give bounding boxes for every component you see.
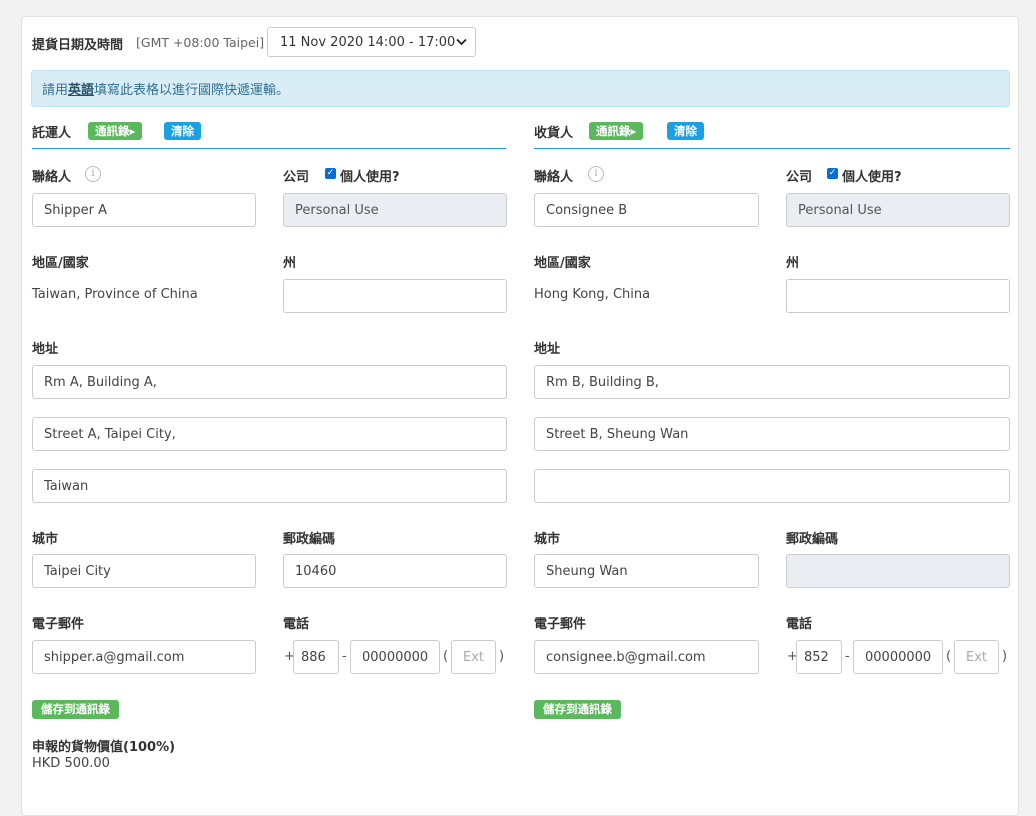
consignee-country-label: 地區/國家 bbox=[534, 256, 591, 271]
consignee-city-label: 城市 bbox=[534, 532, 561, 547]
consignee-address-book-button[interactable]: 通訊錄▸ bbox=[589, 122, 644, 140]
consignee-personal-use-label: 個人使用? bbox=[842, 170, 902, 185]
shipper-save-to-address-book-button[interactable]: 儲存到通訊錄 bbox=[32, 700, 119, 719]
consignee-company-label: 公司 bbox=[786, 170, 813, 185]
caret-right-icon: ▸ bbox=[630, 124, 637, 138]
notice-prefix: 請用 bbox=[42, 83, 69, 98]
pickup-time-select[interactable]: 11 Nov 2020 14:00 - 17:00 bbox=[267, 27, 476, 57]
consignee-clear-button[interactable]: 清除 bbox=[667, 122, 704, 140]
shipper-postal-label: 郵政編碼 bbox=[283, 532, 336, 547]
caret-right-icon: ▸ bbox=[129, 124, 136, 138]
shipper-personal-use-checkbox[interactable]: ✓ bbox=[325, 168, 336, 179]
dash-sign: - bbox=[342, 649, 347, 664]
info-icon[interactable]: i bbox=[588, 166, 604, 182]
shipper-postal-input[interactable] bbox=[283, 554, 507, 588]
shipper-company-input bbox=[283, 193, 507, 227]
shipper-address-line2[interactable] bbox=[32, 417, 507, 451]
consignee-phone-label: 電話 bbox=[786, 617, 813, 632]
notice-suffix: 填寫此表格以進行國際快遞運輸。 bbox=[94, 83, 290, 98]
shipment-form-card: 提貨日期及時間 [GMT +08:00 Taipei] 11 Nov 2020 … bbox=[21, 16, 1019, 816]
declared-value: HKD 500.00 bbox=[32, 756, 110, 771]
consignee-address-line2[interactable] bbox=[534, 417, 1010, 451]
shipper-email-label: 電子郵件 bbox=[32, 617, 85, 632]
shipper-phone-label: 電話 bbox=[283, 617, 310, 632]
consignee-phone-number-input[interactable] bbox=[853, 640, 943, 674]
shipper-clear-button[interactable]: 清除 bbox=[164, 122, 201, 140]
paren-close: ) bbox=[1002, 649, 1008, 664]
paren-open: ( bbox=[443, 649, 449, 664]
consignee-state-input[interactable] bbox=[786, 279, 1010, 313]
shipper-personal-use-label: 個人使用? bbox=[340, 170, 400, 185]
notice-highlight: 英語 bbox=[68, 83, 95, 98]
shipper-contact-label: 聯絡人 bbox=[32, 170, 72, 185]
paren-open: ( bbox=[946, 649, 952, 664]
shipper-phone-ext-input[interactable] bbox=[451, 640, 496, 674]
consignee-save-to-address-book-button[interactable]: 儲存到通訊錄 bbox=[534, 700, 621, 719]
shipper-title: 託運人 bbox=[32, 126, 72, 141]
shipper-country-value: Taiwan, Province of China bbox=[32, 287, 198, 302]
consignee-address-line1[interactable] bbox=[534, 365, 1010, 399]
shipper-city-label: 城市 bbox=[32, 532, 59, 547]
shipper-contact-input[interactable] bbox=[32, 193, 256, 227]
consignee-email-input[interactable] bbox=[534, 640, 759, 674]
dash-sign: - bbox=[845, 649, 850, 664]
paren-close: ) bbox=[499, 649, 505, 664]
info-icon[interactable]: i bbox=[85, 166, 101, 182]
consignee-postal-label: 郵政編碼 bbox=[786, 532, 839, 547]
consignee-divider bbox=[534, 148, 1010, 149]
shipper-phone-code-input[interactable] bbox=[293, 640, 339, 674]
shipper-email-input[interactable] bbox=[32, 640, 256, 674]
shipper-address-line1[interactable] bbox=[32, 365, 507, 399]
chevron-down-icon bbox=[456, 35, 467, 50]
declared-value-label: 申報的貨物價值(100%) bbox=[32, 740, 176, 755]
english-notice: 請用 英語 填寫此表格以進行國際快遞運輸。 bbox=[31, 70, 1010, 107]
shipper-country-label: 地區/國家 bbox=[32, 256, 89, 271]
consignee-contact-input[interactable] bbox=[534, 193, 759, 227]
shipper-address-line3[interactable] bbox=[32, 469, 507, 503]
shipper-city-input[interactable] bbox=[32, 554, 256, 588]
shipper-state-label: 州 bbox=[283, 256, 297, 271]
consignee-address-label: 地址 bbox=[534, 342, 561, 357]
shipper-phone-number-input[interactable] bbox=[350, 640, 440, 674]
consignee-phone-ext-input[interactable] bbox=[954, 640, 999, 674]
address-book-label: 通訊錄 bbox=[95, 124, 130, 138]
pickup-label: 提貨日期及時間 bbox=[32, 38, 124, 53]
consignee-personal-use-checkbox[interactable]: ✓ bbox=[827, 168, 838, 179]
consignee-state-label: 州 bbox=[786, 256, 800, 271]
consignee-country-value: Hong Kong, China bbox=[534, 287, 651, 302]
consignee-email-label: 電子郵件 bbox=[534, 617, 587, 632]
consignee-postal-input bbox=[786, 554, 1010, 588]
consignee-city-input[interactable] bbox=[534, 554, 759, 588]
shipper-address-book-button[interactable]: 通訊錄▸ bbox=[88, 122, 143, 140]
shipper-company-label: 公司 bbox=[283, 170, 310, 185]
pickup-time-selected: 11 Nov 2020 14:00 - 17:00 bbox=[280, 34, 456, 50]
consignee-title: 收貨人 bbox=[534, 126, 574, 141]
shipper-state-input[interactable] bbox=[283, 279, 507, 313]
address-book-label: 通訊錄 bbox=[596, 124, 631, 138]
consignee-phone-code-input[interactable] bbox=[796, 640, 842, 674]
consignee-address-line3[interactable] bbox=[534, 469, 1010, 503]
shipper-address-label: 地址 bbox=[32, 342, 59, 357]
consignee-contact-label: 聯絡人 bbox=[534, 170, 574, 185]
consignee-company-input bbox=[786, 193, 1010, 227]
pickup-timezone: [GMT +08:00 Taipei] bbox=[136, 35, 265, 50]
shipper-divider bbox=[32, 148, 506, 149]
